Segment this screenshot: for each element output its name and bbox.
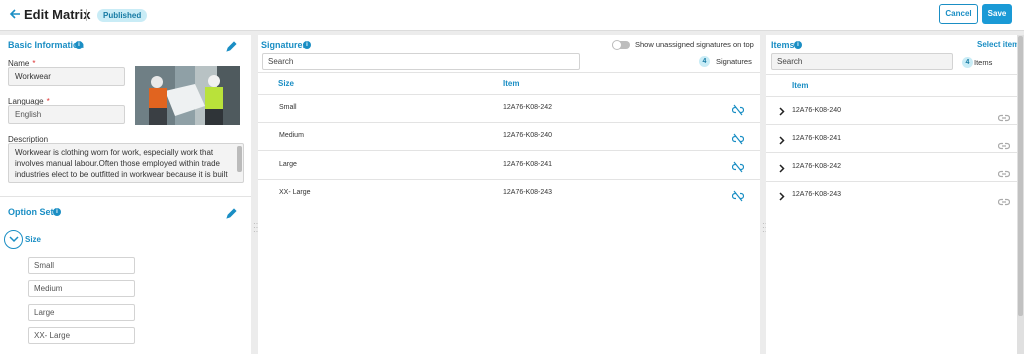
table-divider xyxy=(766,96,1017,97)
option-set-size-label: Size xyxy=(25,235,42,244)
title-divider xyxy=(86,9,87,21)
signature-size: Large xyxy=(279,161,297,168)
link-icon[interactable] xyxy=(997,193,1011,206)
chevron-right-icon[interactable] xyxy=(779,136,785,147)
signatures-title: Signatures xyxy=(261,40,308,50)
back-arrow-icon[interactable] xyxy=(9,8,21,22)
info-icon[interactable]: i xyxy=(794,41,802,49)
table-divider xyxy=(258,72,760,73)
link-icon[interactable] xyxy=(997,137,1011,150)
signatures-count-badge: 4 xyxy=(699,56,710,67)
language-field[interactable]: English xyxy=(8,105,125,124)
chevron-right-icon[interactable] xyxy=(779,107,785,118)
signature-item: 12A76-K08-243 xyxy=(503,189,553,196)
signature-size: Medium xyxy=(279,132,304,139)
link-icon[interactable] xyxy=(997,109,1011,122)
signature-item: 12A76-K08-242 xyxy=(503,104,553,111)
toggle-label: Show unassigned signatures on top xyxy=(635,40,754,49)
unlink-icon[interactable] xyxy=(731,160,745,173)
unlink-icon[interactable] xyxy=(731,103,745,116)
option-medium[interactable]: Medium xyxy=(28,280,135,297)
toggle-knob[interactable] xyxy=(612,40,622,50)
pencil-icon[interactable] xyxy=(226,206,238,219)
signatures-search-input[interactable]: Search xyxy=(262,53,580,70)
item-code: 12A76-K08-240 xyxy=(792,107,842,114)
resize-handle[interactable]: ········· xyxy=(253,220,261,236)
info-icon[interactable]: i xyxy=(75,41,83,49)
info-icon[interactable]: i xyxy=(53,208,61,216)
select-item-link[interactable]: Select item xyxy=(977,40,1019,49)
basic-info-title: Basic Information xyxy=(8,40,85,50)
description-scrollbar[interactable] xyxy=(237,146,242,172)
signature-size: XX- Large xyxy=(279,189,311,196)
cancel-button[interactable]: Cancel xyxy=(939,4,978,24)
product-image xyxy=(135,66,240,125)
option-large[interactable]: Large xyxy=(28,304,135,321)
column-header-size: Size xyxy=(278,79,295,88)
page-title: Edit Matrix xyxy=(24,7,91,22)
items-title: Items xyxy=(771,40,795,50)
row-divider xyxy=(766,181,1017,182)
item-code: 12A76-K08-243 xyxy=(792,191,842,198)
items-search-input[interactable]: Search xyxy=(771,53,953,70)
chevron-right-icon[interactable] xyxy=(779,164,785,175)
top-bar: Edit Matrix Published Cancel Save xyxy=(0,0,1024,31)
row-divider xyxy=(258,150,760,151)
chevron-right-icon[interactable] xyxy=(779,192,785,203)
signature-item: 12A76-K08-240 xyxy=(503,132,553,139)
option-xx-large[interactable]: XX- Large xyxy=(28,327,135,344)
option-sets-title: Option Sets xyxy=(8,207,59,217)
status-badge: Published xyxy=(97,9,148,22)
row-divider xyxy=(258,179,760,180)
unlink-icon[interactable] xyxy=(731,189,745,202)
column-header-item: Item xyxy=(503,79,520,88)
name-field[interactable]: Workwear xyxy=(8,67,125,86)
table-divider xyxy=(258,94,760,95)
item-code: 12A76-K08-242 xyxy=(792,163,842,170)
info-icon[interactable]: i xyxy=(303,41,311,49)
row-divider xyxy=(258,122,760,123)
page-scrollbar-thumb[interactable] xyxy=(1018,36,1023,316)
column-header-item: Item xyxy=(792,81,809,90)
row-divider xyxy=(766,124,1017,125)
chevron-down-icon[interactable] xyxy=(4,230,23,249)
signature-item: 12A76-K08-241 xyxy=(503,161,553,168)
signature-size: Small xyxy=(279,104,297,111)
items-count-badge: 4 xyxy=(962,57,973,68)
option-small[interactable]: Small xyxy=(28,257,135,274)
save-button[interactable]: Save xyxy=(982,4,1012,24)
table-divider xyxy=(766,74,1017,75)
signatures-count-label: Signatures xyxy=(716,57,752,66)
pencil-icon[interactable] xyxy=(226,39,238,52)
description-text: Workwear is clothing worn for work, espe… xyxy=(15,148,228,182)
item-code: 12A76-K08-241 xyxy=(792,135,842,142)
section-divider xyxy=(0,196,251,197)
description-textarea[interactable]: Workwear is clothing worn for work, espe… xyxy=(8,143,244,183)
items-count-label: Items xyxy=(974,58,993,67)
row-divider xyxy=(766,152,1017,153)
unlink-icon[interactable] xyxy=(731,132,745,145)
link-icon[interactable] xyxy=(997,165,1011,178)
